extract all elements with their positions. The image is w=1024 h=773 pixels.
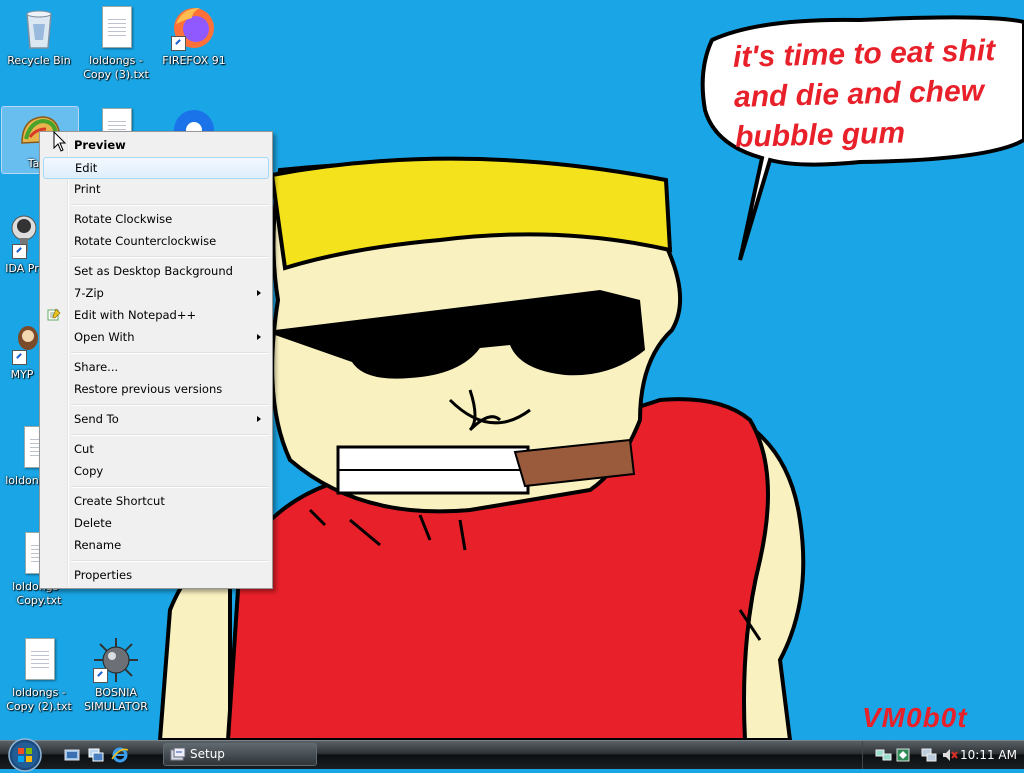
menu-item-preview[interactable]: Preview (43, 134, 269, 156)
desktop-icon-firefox[interactable]: FIREFOX 91 (156, 4, 232, 68)
speech-line: bubble gum (734, 116, 906, 154)
menu-item-set-desktop-background[interactable]: Set as Desktop Background (43, 260, 269, 282)
show-desktop-icon[interactable] (64, 748, 80, 762)
menu-item-label: Preview (74, 138, 126, 152)
menu-item-label: Print (74, 182, 101, 196)
menu-item-cut[interactable]: Cut (43, 438, 269, 460)
context-menu: Preview Edit Print Rotate Clockwise Rota… (39, 131, 273, 589)
speech-line: and die and chew (733, 74, 985, 114)
volume-muted-icon[interactable] (941, 747, 959, 763)
menu-item-print[interactable]: Print (43, 178, 269, 200)
menu-item-rotate-counterclockwise[interactable]: Rotate Counterclockwise (43, 230, 269, 252)
shortcut-arrow-icon (12, 350, 27, 365)
taskbar: Setup 10:11 AM (0, 738, 1024, 772)
recycle-bin-icon (15, 4, 63, 52)
menu-item-edit[interactable]: Edit (43, 157, 269, 179)
submenu-arrow-icon (257, 334, 261, 340)
menu-item-label: 7-Zip (74, 286, 104, 300)
menu-item-label: Delete (74, 516, 112, 530)
security-center-icon[interactable] (895, 747, 911, 763)
menu-item-label: Open With (74, 330, 135, 344)
menu-item-rename[interactable]: Rename (43, 534, 269, 556)
speech-bubble-text: it's time to eat shit and die and chew b… (732, 30, 1024, 158)
menu-item-label: Edit (75, 161, 98, 175)
menu-item-properties[interactable]: Properties (43, 564, 269, 586)
network-icon[interactable] (875, 747, 893, 763)
shortcut-arrow-icon (171, 36, 186, 51)
menu-separator (71, 560, 269, 562)
taskbar-button-setup[interactable]: Setup (163, 743, 317, 766)
menu-item-label: Properties (74, 568, 133, 582)
desktop-icon-label: Recycle Bin (7, 54, 71, 67)
menu-separator (71, 404, 269, 406)
menu-separator (71, 352, 269, 354)
menu-item-label: Rotate Counterclockwise (74, 234, 217, 248)
text-file-icon (15, 636, 63, 684)
menu-item-create-shortcut[interactable]: Create Shortcut (43, 490, 269, 512)
internet-explorer-icon[interactable] (111, 746, 129, 764)
desktop-icon-label: loldongs - Copy (2).txt (6, 686, 72, 713)
menu-item-label: Cut (74, 442, 94, 456)
menu-item-send-to[interactable]: Send To (43, 408, 269, 430)
mouse-cursor-icon (53, 131, 67, 152)
setup-icon (170, 747, 186, 761)
menu-item-label: Rotate Clockwise (74, 212, 173, 226)
menu-item-label: Create Shortcut (74, 494, 165, 508)
menu-item-edit-with-notepad-plus-plus[interactable]: Edit with Notepad++ (43, 304, 269, 326)
menu-item-share[interactable]: Share... (43, 356, 269, 378)
desktop-icon-bosnia-simulator[interactable]: BOSNIA SIMULATOR (78, 636, 154, 714)
taskbar-button-label: Setup (190, 747, 225, 761)
desktop-icon-recycle-bin[interactable]: Recycle Bin (1, 4, 77, 68)
notepad-plus-plus-icon (47, 308, 61, 321)
text-file-icon (92, 4, 140, 52)
menu-item-label: Restore previous versions (74, 382, 223, 396)
menu-item-label: Rename (74, 538, 122, 552)
shortcut-arrow-icon (93, 668, 108, 683)
menu-item-rotate-clockwise[interactable]: Rotate Clockwise (43, 208, 269, 230)
menu-item-label: Edit with Notepad++ (74, 308, 197, 322)
network-connection-icon[interactable] (921, 747, 937, 763)
menu-separator (71, 256, 269, 258)
taskbar-clock[interactable]: 10:11 AM (960, 741, 1017, 769)
menu-item-label: Share... (74, 360, 119, 374)
menu-separator (71, 486, 269, 488)
menu-item-delete[interactable]: Delete (43, 512, 269, 534)
switch-windows-icon[interactable] (88, 748, 104, 762)
desktop-icon-loldongs-copy-2[interactable]: loldongs - Copy (2).txt (1, 636, 77, 714)
menu-item-label: Send To (74, 412, 119, 426)
menu-item-restore-previous-versions[interactable]: Restore previous versions (43, 378, 269, 400)
mine-icon (92, 636, 140, 684)
menu-item-label: Copy (74, 464, 104, 478)
desktop-icon-loldongs-copy-3[interactable]: loldongs - Copy (3).txt (78, 4, 154, 82)
menu-separator (71, 434, 269, 436)
firefox-icon (170, 4, 218, 52)
menu-separator (71, 204, 269, 206)
desktop-icon-label: loldongs - Copy (3).txt (83, 54, 149, 81)
artist-signature: VM0b0t (862, 702, 968, 733)
menu-item-copy[interactable]: Copy (43, 460, 269, 482)
desktop-icon-label: FIREFOX 91 (162, 54, 226, 67)
submenu-arrow-icon (257, 416, 261, 422)
desktop-icon-label: BOSNIA SIMULATOR (84, 686, 148, 713)
shortcut-arrow-icon (12, 244, 27, 259)
menu-item-open-with[interactable]: Open With (43, 326, 269, 348)
submenu-arrow-icon (257, 290, 261, 296)
menu-item-7zip[interactable]: 7-Zip (43, 282, 269, 304)
menu-item-label: Set as Desktop Background (74, 264, 233, 278)
